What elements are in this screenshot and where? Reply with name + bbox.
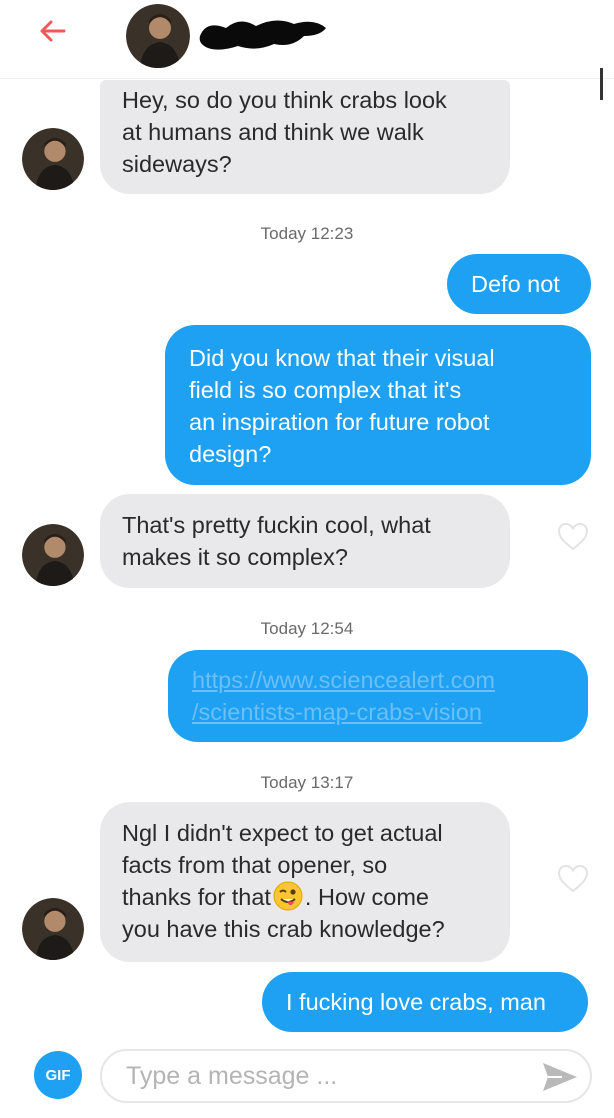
message-timestamp: Today 12:54 [260, 619, 354, 638]
message-timestamp: Today 12:23 [260, 224, 354, 243]
outgoing-message-bubble[interactable]: I fucking love crabs, man [262, 972, 588, 1032]
incoming-message-bubble[interactable]: Ngl I didn't expect to get actual facts … [100, 802, 510, 962]
winking-face-with-tongue-icon [273, 881, 303, 911]
heart-icon[interactable] [556, 522, 590, 552]
send-icon[interactable] [540, 1060, 580, 1094]
incoming-message-bubble[interactable]: Hey, so do you think crabs look at human… [100, 80, 510, 194]
message-input[interactable] [100, 1049, 592, 1103]
match-avatar[interactable] [126, 4, 190, 68]
sender-avatar[interactable] [22, 524, 84, 586]
redacted-name [199, 20, 326, 50]
outgoing-message-bubble[interactable]: Defo not [447, 254, 591, 314]
sender-avatar[interactable] [22, 128, 84, 190]
scrollbar[interactable] [600, 68, 603, 100]
gif-button[interactable]: GIF [34, 1051, 82, 1099]
heart-icon[interactable] [556, 864, 590, 894]
outgoing-link-bubble[interactable]: https://www.sciencealert.com /scientists… [168, 650, 588, 742]
incoming-message-bubble[interactable]: That's pretty fuckin cool, what makes it… [100, 494, 510, 588]
sender-avatar[interactable] [22, 898, 84, 960]
chat-header [0, 0, 614, 79]
message-timestamp: Today 13:17 [260, 773, 354, 792]
outgoing-message-bubble[interactable]: Did you know that their visual field is … [165, 325, 591, 485]
message-link[interactable]: https://www.sciencealert.com /scientists… [192, 667, 495, 725]
arrow-left-icon[interactable] [36, 14, 70, 48]
